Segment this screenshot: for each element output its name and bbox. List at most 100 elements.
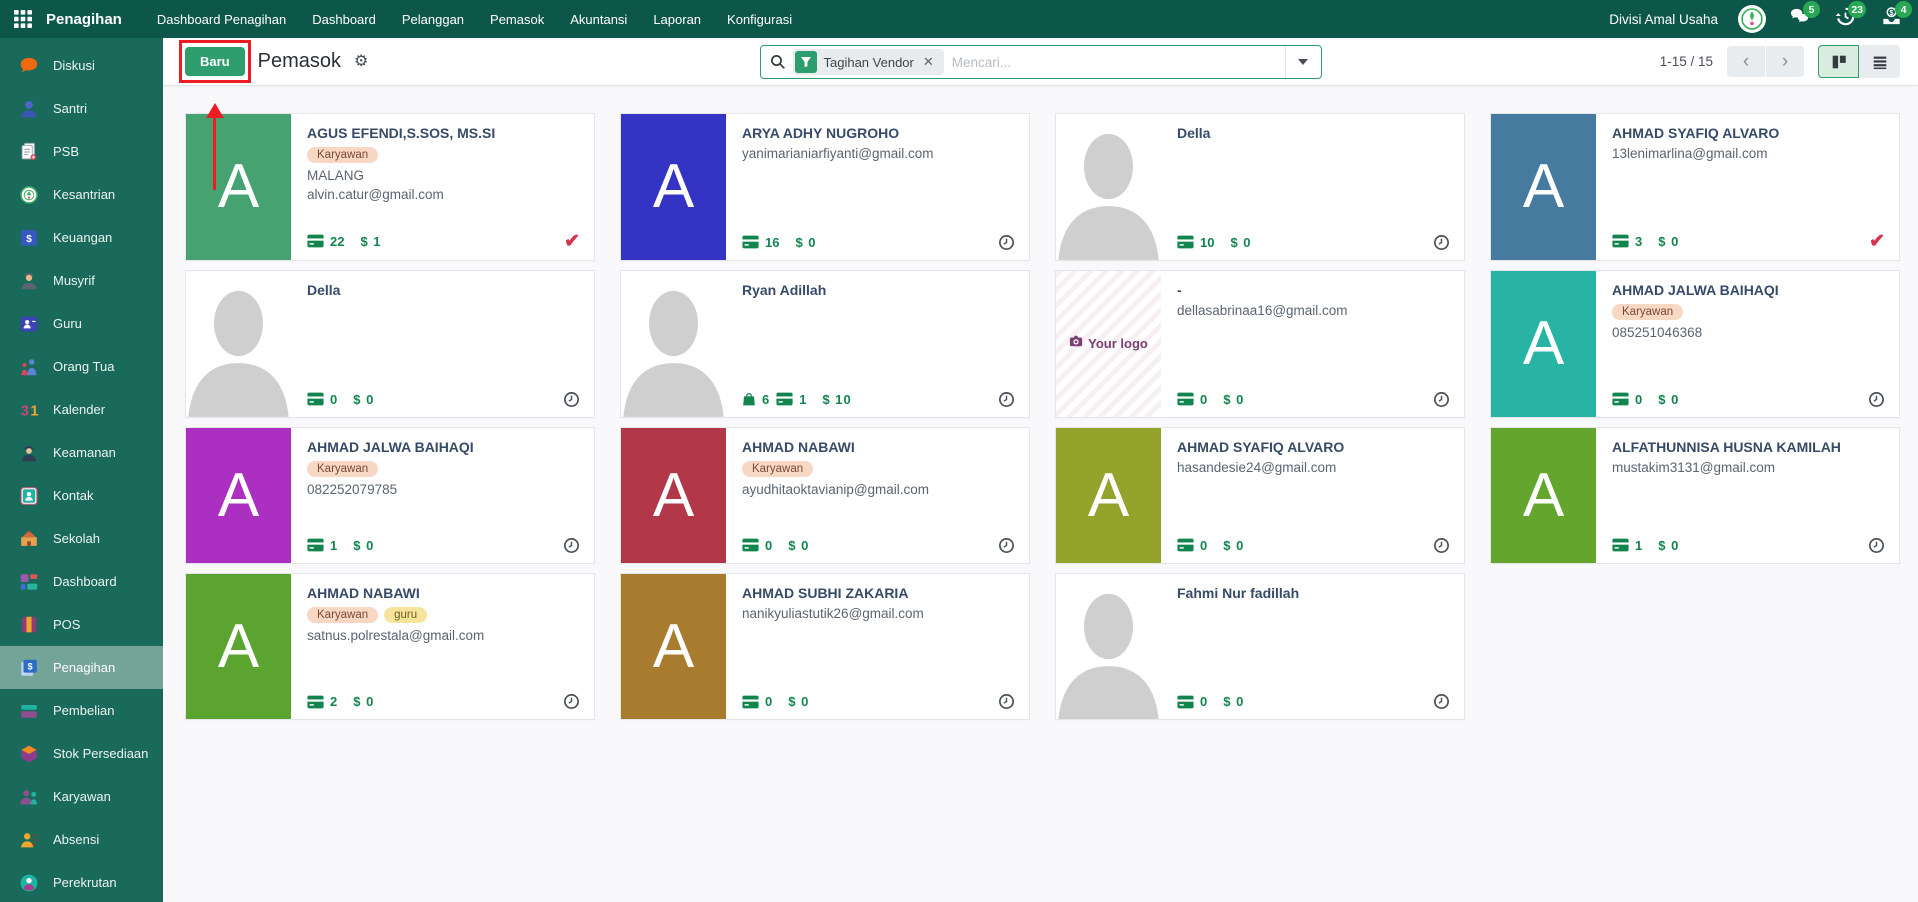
sidebar-item-dashboard[interactable]: Dashboard <box>0 560 163 603</box>
sidebar-item-perekrutan[interactable]: Perekrutan <box>0 861 163 902</box>
vendor-card[interactable]: A AHMAD SYAFIQ ALVARO hasandesie24@gmail… <box>1055 427 1465 564</box>
sidebar-item-stok-persediaan[interactable]: Stok Persediaan <box>0 732 163 775</box>
sidebar-item-kesantrian[interactable]: Kesantrian <box>0 173 163 216</box>
vendor-avatar: A <box>1491 114 1596 260</box>
sidebar-item-psb[interactable]: PSB <box>0 130 163 173</box>
vendor-card[interactable]: A AHMAD SUBHI ZAKARIA nanikyuliastutik26… <box>620 573 1030 721</box>
pager-range: 1-15 / 15 <box>1660 54 1713 69</box>
activity-clock-status-icon[interactable] <box>998 537 1015 554</box>
navbar-menu-item[interactable]: Akuntansi <box>559 6 638 33</box>
invoices-count: 0 <box>1200 694 1207 709</box>
user-menu[interactable]: Divisi Amal Usaha <box>1609 12 1718 27</box>
vendor-name: Ryan Adillah <box>742 282 1015 298</box>
amount-due: $ 0 <box>795 235 816 250</box>
list-view-button[interactable] <box>1859 45 1900 78</box>
vendor-card[interactable]: A AHMAD JALWA BAIHAQI Karyawan 085251046… <box>1490 270 1900 418</box>
sidebar-item-karyawan[interactable]: Karyawan <box>0 775 163 818</box>
attendance-icon <box>17 828 41 852</box>
vendor-card[interactable]: Della 10 <box>1055 113 1465 261</box>
vendor-card[interactable]: Della 0 <box>185 270 595 418</box>
sidebar-item-pembelian[interactable]: Pembelian <box>0 689 163 732</box>
notification-button[interactable]: 23 <box>1832 7 1858 31</box>
search-filter-tag[interactable]: Tagihan Vendor ✕ <box>793 49 944 75</box>
amount-due: $ 0 <box>1223 392 1244 407</box>
sidebar-item-penagihan[interactable]: $ Penagihan <box>0 646 163 689</box>
navbar-menu-item[interactable]: Pelanggan <box>391 6 475 33</box>
sidebar-item-label: Orang Tua <box>53 359 114 374</box>
pager-previous-button[interactable]: ‹ <box>1727 46 1765 77</box>
view-switcher <box>1818 45 1900 78</box>
search-input[interactable] <box>944 55 1285 70</box>
vendor-avatar: A <box>186 114 291 260</box>
activity-clock-status-icon[interactable] <box>1868 391 1885 408</box>
activity-clock-status-icon[interactable] <box>998 693 1015 710</box>
sidebar-item-musyrif[interactable]: Musyrif <box>0 259 163 302</box>
activity-clock-status-icon[interactable] <box>563 693 580 710</box>
app-brand[interactable]: Penagihan <box>46 11 122 28</box>
activity-clock-status-icon[interactable] <box>563 537 580 554</box>
purchases-count: 6 <box>762 392 769 407</box>
new-record-button[interactable]: Baru <box>185 47 245 76</box>
sidebar-item-pos[interactable]: POS <box>0 603 163 646</box>
navbar-left: Penagihan Dashboard Penagihan Dashboard … <box>10 6 803 33</box>
sidebar-item-keamanan[interactable]: Keamanan <box>0 431 163 474</box>
notification-button[interactable]: 5 <box>1786 7 1812 31</box>
invoices-icon <box>1177 392 1194 406</box>
vendor-avatar: A <box>1491 271 1596 417</box>
notification-button[interactable]: $ 4 <box>1878 7 1904 31</box>
your-logo-label: Your logo <box>1088 336 1148 351</box>
vendor-card[interactable]: Fahmi Nur fadillah 0 <box>1055 573 1465 721</box>
search-dropdown-toggle[interactable] <box>1285 46 1321 78</box>
notification-badge: 5 <box>1803 1 1820 18</box>
vendor-card[interactable]: A AHMAD NABAWI Karyawanguru satnus.polre… <box>185 573 595 721</box>
mentor-icon <box>17 269 41 293</box>
activity-clock-status-icon[interactable] <box>563 391 580 408</box>
vendor-avatar: A <box>621 428 726 563</box>
sidebar-item-keuangan[interactable]: $ Keuangan <box>0 216 163 259</box>
activity-clock-status-icon[interactable] <box>1868 537 1885 554</box>
vendor-card[interactable]: A ALFATHUNNISA HUSNA KAMILAH mustakim313… <box>1490 427 1900 564</box>
filter-remove-icon[interactable]: ✕ <box>921 54 936 70</box>
vendor-card[interactable]: Ryan Adillah 6 <box>620 270 1030 418</box>
activity-done-icon[interactable]: ✔ <box>1869 232 1885 251</box>
amount-due: $ 0 <box>1658 234 1679 249</box>
navbar-menu-item[interactable]: Dashboard <box>301 6 387 33</box>
activity-clock-status-icon[interactable] <box>998 391 1015 408</box>
sidebar-item-kalender[interactable]: 31 Kalender <box>0 388 163 431</box>
amount-due: $ 0 <box>353 538 374 553</box>
sidebar-item-sekolah[interactable]: Sekolah <box>0 517 163 560</box>
sidebar-item-santri[interactable]: Santri <box>0 87 163 130</box>
activity-clock-status-icon[interactable] <box>1433 693 1450 710</box>
vendor-card[interactable]: A ARYA ADHY NUGROHO yanimarianiarfiyanti… <box>620 113 1030 261</box>
gear-icon[interactable]: ⚙ <box>354 54 368 70</box>
sidebar-item-absensi[interactable]: Absensi <box>0 818 163 861</box>
navbar-menu-item[interactable]: Dashboard Penagihan <box>146 6 297 33</box>
sidebar-item-kontak[interactable]: Kontak <box>0 474 163 517</box>
pager-next-button[interactable]: › <box>1766 46 1804 77</box>
sidebar-item-orang-tua[interactable]: Orang Tua <box>0 345 163 388</box>
activity-done-icon[interactable]: ✔ <box>564 232 580 251</box>
vendor-card[interactable]: A AHMAD NABAWI Karyawan ayudhitaoktavian… <box>620 427 1030 564</box>
navbar-menu-item[interactable]: Laporan <box>642 6 712 33</box>
vendor-card[interactable]: Your logo - dellasabrinaa16@gmail.com <box>1055 270 1465 418</box>
sidebar-item-diskusi[interactable]: Diskusi <box>0 44 163 87</box>
invoices-count: 1 <box>799 392 806 407</box>
finance-icon: $ <box>17 226 41 250</box>
user-avatar[interactable] <box>1738 5 1766 33</box>
vendor-card[interactable]: A AHMAD SYAFIQ ALVARO 13lenimarlina@gmai… <box>1490 113 1900 261</box>
contacts-icon <box>17 484 41 508</box>
activity-clock-status-icon[interactable] <box>998 234 1015 251</box>
navbar-menu-item[interactable]: Pemasok <box>479 6 555 33</box>
vendor-card[interactable]: A AHMAD JALWA BAIHAQI Karyawan 082252079… <box>185 427 595 564</box>
vendor-card[interactable]: A AGUS EFENDI,S.SOS, MS.SI Karyawan MALA… <box>185 113 595 261</box>
kanban-view-button[interactable] <box>1818 45 1859 78</box>
amount-due: $ 0 <box>788 538 809 553</box>
activity-clock-status-icon[interactable] <box>1433 537 1450 554</box>
activity-clock-status-icon[interactable] <box>1433 391 1450 408</box>
sidebar-item-guru[interactable]: Guru <box>0 302 163 345</box>
navbar-menu-item[interactable]: Konfigurasi <box>716 6 803 33</box>
placeholder-avatar <box>621 271 726 417</box>
activity-clock-status-icon[interactable] <box>1433 234 1450 251</box>
apps-grid-icon[interactable] <box>10 6 36 32</box>
student-icon <box>17 97 41 121</box>
